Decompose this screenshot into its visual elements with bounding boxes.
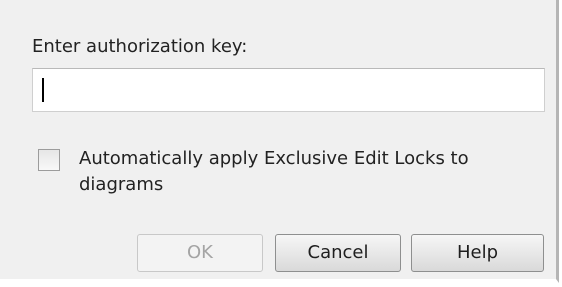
- authorization-key-label: Enter authorization key:: [32, 36, 248, 57]
- exclusive-edit-locks-checkbox[interactable]: [38, 149, 60, 171]
- exclusive-edit-locks-label[interactable]: Automatically apply Exclusive Edit Locks…: [79, 146, 499, 198]
- authorization-key-dialog: Enter authorization key: Automatically a…: [0, 0, 559, 283]
- text-caret: [42, 78, 44, 102]
- authorization-key-input[interactable]: [32, 68, 545, 112]
- help-button[interactable]: Help: [411, 234, 544, 272]
- cancel-button[interactable]: Cancel: [275, 234, 401, 272]
- ok-button[interactable]: OK: [137, 234, 263, 272]
